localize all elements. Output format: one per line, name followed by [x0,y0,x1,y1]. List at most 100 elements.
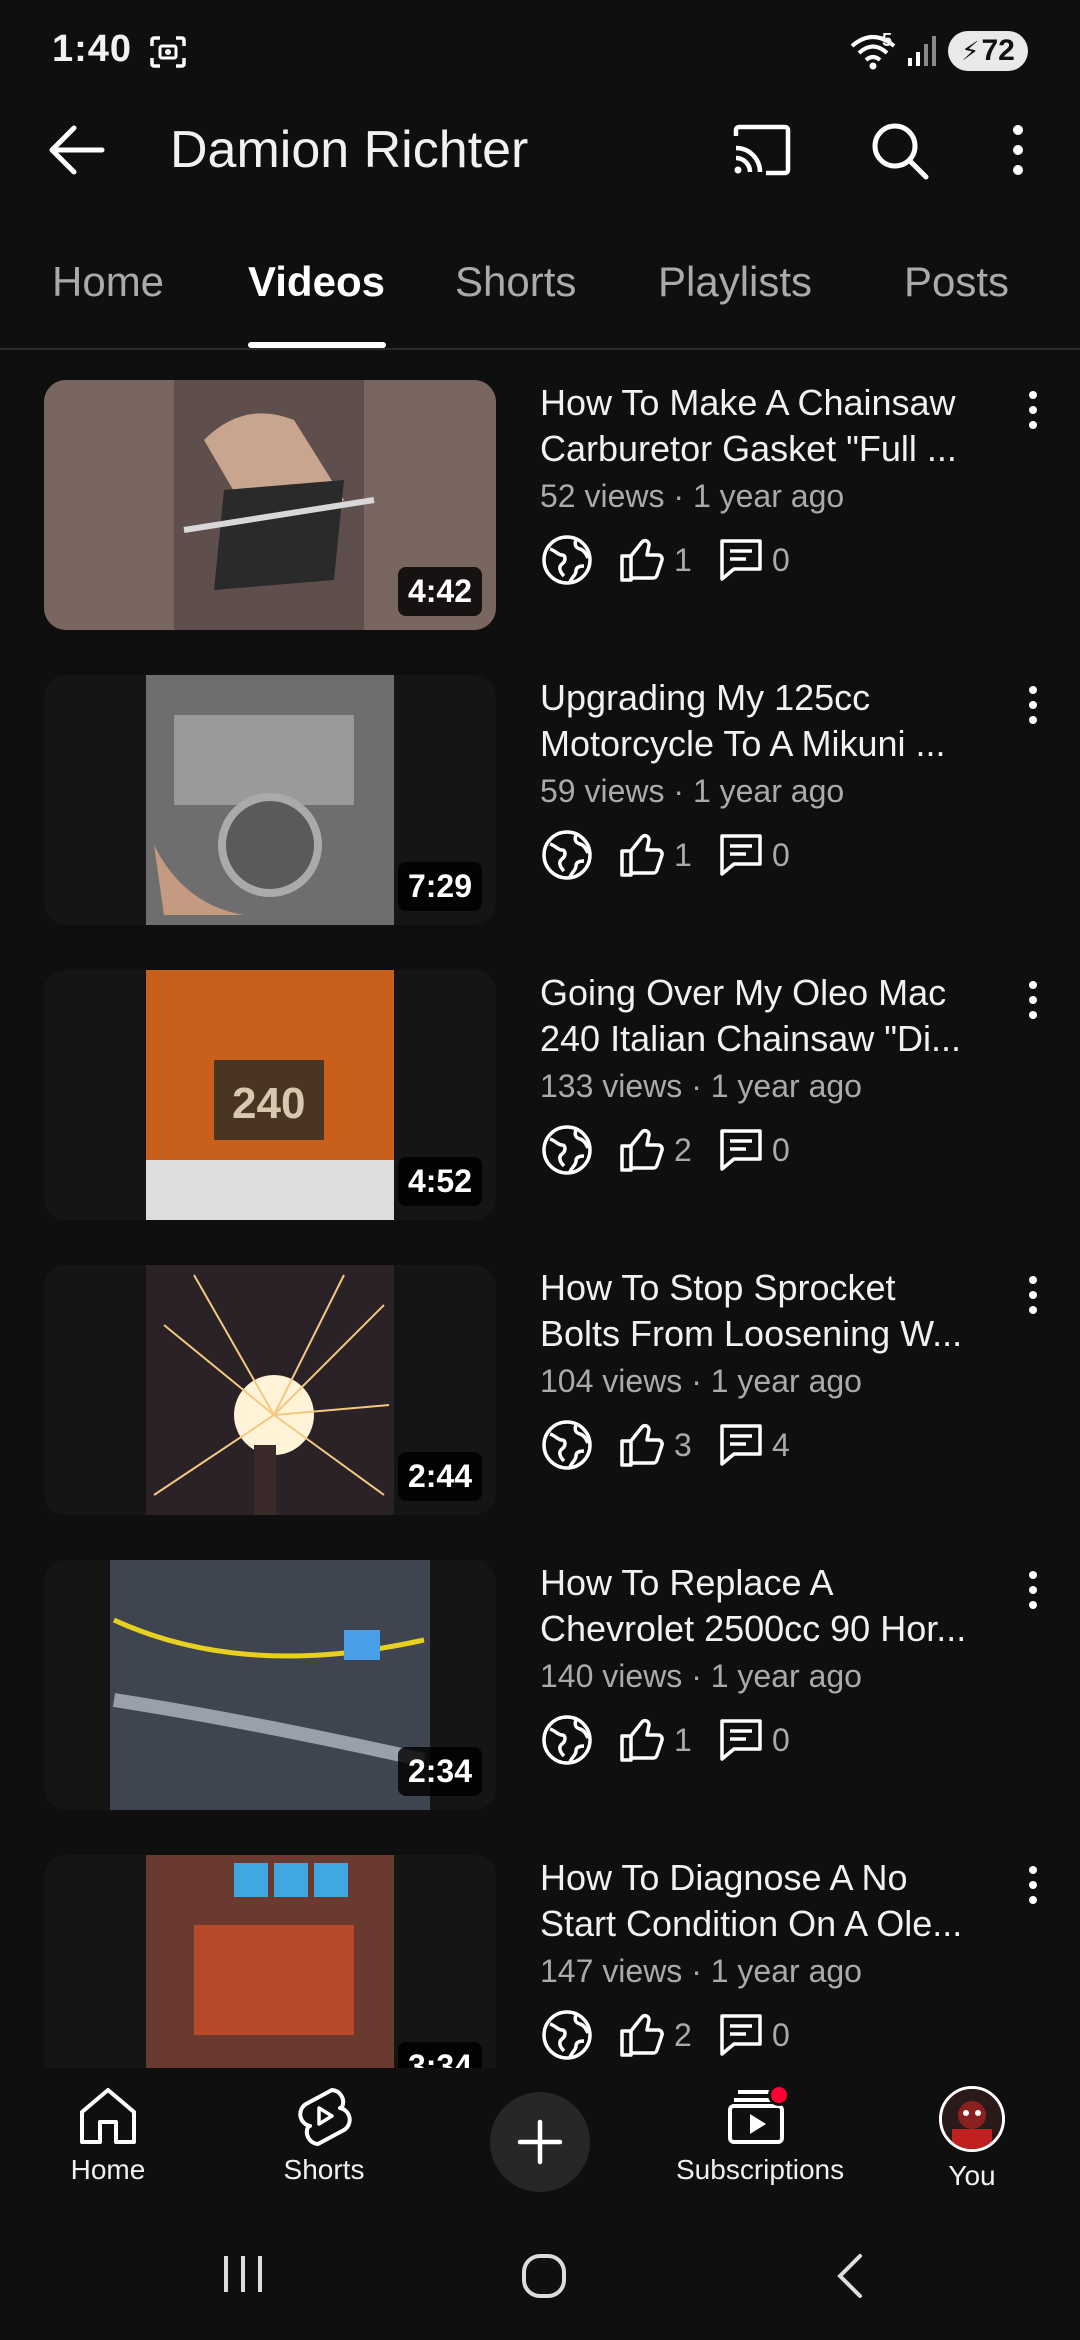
video-stats: 1 0 [540,827,796,883]
recents-icon[interactable] [220,2252,266,2296]
public-globe-icon [542,2010,592,2060]
public-globe-icon [542,1125,592,1175]
comment-count: 4 [772,1426,790,1463]
video-title[interactable]: How To Diagnose A No Start Condition On … [540,1855,1000,1947]
app-bar: Damion Richter [0,100,1080,200]
system-navigation-bar [0,2210,1080,2340]
video-item[interactable]: 240 4:52 Going Over My Oleo Mac 240 Ital… [0,942,1080,1237]
thumbs-up-icon [620,833,664,877]
thumbs-up-icon [620,1128,664,1172]
comment-icon [720,834,762,876]
comment-icon [720,539,762,581]
thumbs-up-icon [620,1718,664,1762]
video-stats: 2 0 [540,2007,796,2063]
public-globe-icon [542,1715,592,1765]
video-thumbnail[interactable]: 4:42 [44,380,496,630]
nav-you[interactable]: You [892,2086,1052,2192]
more-vert-icon[interactable] [1002,120,1034,180]
video-title[interactable]: How To Make A Chainsaw Carburetor Gasket… [540,380,1000,472]
video-title[interactable]: How To Replace A Chevrolet 2500cc 90 Hor… [540,1560,1000,1652]
video-more-icon[interactable] [1022,1863,1044,1907]
home-icon [80,2088,136,2144]
status-time: 1:40 [52,28,133,70]
signal-icon [908,36,936,66]
like-count: 2 [674,2016,692,2053]
video-title[interactable]: Going Over My Oleo Mac 240 Italian Chain… [540,970,1000,1062]
video-more-icon[interactable] [1022,1273,1044,1317]
tab-shorts[interactable]: Shorts [455,258,576,306]
status-bar: 1:40 5 ⚡ 72 [0,0,1080,100]
video-thumbnail[interactable]: 240 4:52 [44,970,496,1220]
video-item[interactable]: 3:34 How To Diagnose A No Start Conditio… [0,1827,1080,2068]
video-thumbnail[interactable]: 7:29 [44,675,496,925]
video-thumbnail[interactable]: 2:34 [44,1560,496,1810]
tab-home[interactable]: Home [52,258,164,306]
video-item[interactable]: 2:44 How To Stop Sprocket Bolts From Loo… [0,1237,1080,1532]
comment-count: 0 [772,541,790,578]
channel-title: Damion Richter [170,121,529,179]
video-stats: 1 0 [540,1712,796,1768]
video-thumbnail[interactable]: 3:34 [44,1855,496,2068]
search-icon[interactable] [868,120,932,180]
video-duration: 2:34 [397,1747,482,1796]
tab-playlists[interactable]: Playlists [658,258,812,306]
channel-tabs: Home Videos Shorts Playlists Posts [0,240,1080,350]
video-item[interactable]: 4:42 How To Make A Chainsaw Carburetor G… [0,352,1080,647]
tab-posts[interactable]: Posts [904,258,1009,306]
screenshot-icon [150,36,186,68]
like-count: 3 [674,1426,692,1463]
like-count: 1 [674,1721,692,1758]
create-button[interactable] [490,2092,590,2192]
shorts-icon [298,2088,352,2146]
video-stats: 2 0 [540,1122,796,1178]
public-globe-icon [542,535,592,585]
video-list[interactable]: 4:42 How To Make A Chainsaw Carburetor G… [0,352,1080,2068]
like-count: 1 [674,836,692,873]
video-more-icon[interactable] [1022,683,1044,727]
cast-icon[interactable] [730,122,794,178]
like-count: 2 [674,1131,692,1168]
nav-subscriptions[interactable]: Subscriptions [676,2086,844,2186]
svg-text:240: 240 [232,1079,305,1128]
notification-dot [768,2084,790,2106]
video-title[interactable]: Upgrading My 125cc Motorcycle To A Mikun… [540,675,1000,767]
avatar [939,2086,1005,2152]
comment-icon [720,1424,762,1466]
comment-icon [720,1129,762,1171]
video-item[interactable]: 2:34 How To Replace A Chevrolet 2500cc 9… [0,1532,1080,1827]
comment-icon [720,2014,762,2056]
video-duration: 4:42 [397,567,482,616]
like-count: 1 [674,541,692,578]
comment-count: 0 [772,2016,790,2053]
video-stats: 1 0 [540,532,796,588]
public-globe-icon [542,1420,592,1470]
video-meta: 104 views · 1 year ago [540,1363,862,1399]
thumbs-up-icon [620,538,664,582]
comment-count: 0 [772,1131,790,1168]
back-arrow-icon[interactable] [42,122,108,178]
video-title[interactable]: How To Stop Sprocket Bolts From Loosenin… [540,1265,1000,1357]
public-globe-icon [542,830,592,880]
nav-home[interactable]: Home [28,2086,188,2186]
video-item[interactable]: 7:29 Upgrading My 125cc Motorcycle To A … [0,647,1080,942]
back-chevron-icon[interactable] [832,2252,868,2300]
video-duration: 3:34 [397,2042,482,2068]
video-meta: 133 views · 1 year ago [540,1068,862,1104]
active-tab-indicator [248,342,386,348]
video-duration: 4:52 [397,1157,482,1206]
video-more-icon[interactable] [1022,388,1044,432]
battery-level: 72 [981,34,1015,67]
video-meta: 140 views · 1 year ago [540,1658,862,1694]
thumbs-up-icon [620,2013,664,2057]
tab-videos[interactable]: Videos [248,258,385,306]
video-more-icon[interactable] [1022,978,1044,1022]
video-thumbnail[interactable]: 2:44 [44,1265,496,1515]
home-circle-icon[interactable] [520,2252,568,2300]
comment-count: 0 [772,836,790,873]
video-duration: 2:44 [397,1452,482,1501]
nav-shorts[interactable]: Shorts [244,2086,404,2186]
video-meta: 147 views · 1 year ago [540,1953,862,1989]
video-meta: 59 views · 1 year ago [540,773,845,809]
video-more-icon[interactable] [1022,1568,1044,1612]
comment-count: 0 [772,1721,790,1758]
